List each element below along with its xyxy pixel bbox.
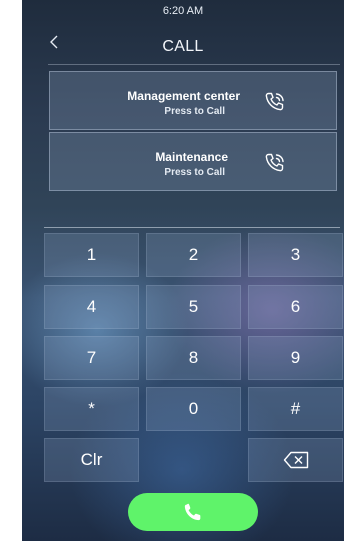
key-8[interactable]: 8 bbox=[146, 336, 241, 380]
key-7[interactable]: 7 bbox=[44, 336, 139, 380]
key-3[interactable]: 3 bbox=[248, 233, 343, 277]
phone-icon bbox=[184, 503, 201, 521]
contact-name: Maintenance bbox=[155, 150, 228, 164]
page-title: CALL bbox=[162, 38, 204, 55]
key-4[interactable]: 4 bbox=[44, 285, 139, 329]
call-screen: 6:20 AM CALL Management center Press to … bbox=[22, 0, 344, 541]
keypad-divider bbox=[44, 227, 340, 228]
phone-call-icon bbox=[265, 153, 284, 172]
clear-button[interactable]: Clr bbox=[44, 438, 139, 482]
contact-subtitle: Press to Call bbox=[164, 106, 225, 117]
contact-name: Management center bbox=[127, 89, 240, 103]
key-hash[interactable]: # bbox=[248, 387, 343, 431]
empty-key-slot bbox=[146, 438, 241, 482]
key-5[interactable]: 5 bbox=[146, 285, 241, 329]
phone-call-icon bbox=[265, 92, 284, 111]
key-9[interactable]: 9 bbox=[248, 336, 343, 380]
backspace-icon bbox=[283, 451, 308, 469]
backspace-button[interactable] bbox=[248, 438, 343, 482]
key-1[interactable]: 1 bbox=[44, 233, 139, 277]
contact-management-center[interactable]: Management center Press to Call bbox=[49, 71, 337, 130]
key-2[interactable]: 2 bbox=[146, 233, 241, 277]
key-star[interactable]: * bbox=[44, 387, 139, 431]
status-time: 6:20 AM bbox=[162, 5, 204, 17]
contact-maintenance[interactable]: Maintenance Press to Call bbox=[49, 132, 337, 191]
key-6[interactable]: 6 bbox=[248, 285, 343, 329]
call-button[interactable] bbox=[128, 493, 258, 531]
title-divider bbox=[48, 64, 340, 65]
key-0[interactable]: 0 bbox=[146, 387, 241, 431]
contact-subtitle: Press to Call bbox=[164, 167, 225, 178]
